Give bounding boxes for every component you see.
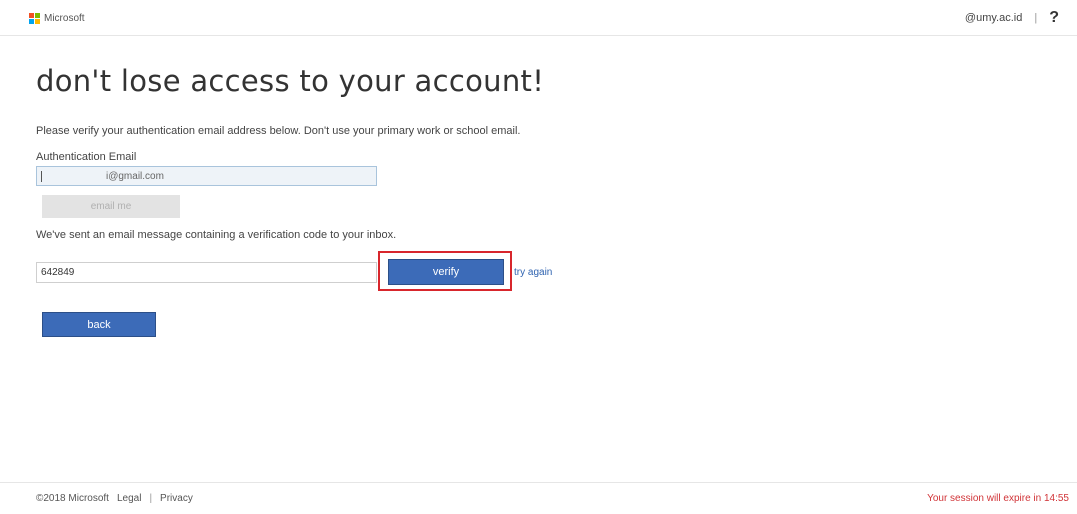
copyright-text: ©2018 Microsoft <box>36 493 109 504</box>
session-timer: Your session will expire in 14:55 <box>927 493 1069 504</box>
try-again-link[interactable]: try again <box>514 267 552 278</box>
footer-links: ©2018 Microsoft Legal | Privacy <box>36 493 193 504</box>
account-area: @umy.ac.id | ? <box>965 9 1059 27</box>
page-title: don't lose access to your account! <box>36 64 545 98</box>
email-field-value: i@gmail.com <box>106 171 164 182</box>
text-cursor <box>41 171 42 182</box>
legal-link[interactable]: Legal <box>117 493 141 504</box>
microsoft-logo-icon <box>29 13 40 24</box>
top-bar: Microsoft @umy.ac.id | ? <box>0 0 1077 36</box>
email-me-button[interactable]: email me <box>42 195 180 218</box>
footer: ©2018 Microsoft Legal | Privacy Your ses… <box>0 482 1077 514</box>
header-separator: | <box>1034 12 1038 24</box>
back-button[interactable]: back <box>42 312 156 337</box>
verification-code-input[interactable]: 642849 <box>36 262 377 283</box>
authentication-email-label: Authentication Email <box>36 151 137 163</box>
verify-button[interactable]: verify <box>388 259 504 285</box>
question-mark-icon[interactable]: ? <box>1049 9 1059 27</box>
account-email[interactable]: @umy.ac.id <box>965 12 1022 24</box>
brand: Microsoft <box>29 13 85 24</box>
code-sent-message: We've sent an email message containing a… <box>36 229 397 241</box>
authentication-email-field[interactable]: i@gmail.com <box>36 166 377 186</box>
footer-separator: | <box>149 493 153 504</box>
brand-name: Microsoft <box>44 13 85 24</box>
privacy-link[interactable]: Privacy <box>160 493 193 504</box>
instructions-text: Please verify your authentication email … <box>36 125 521 137</box>
